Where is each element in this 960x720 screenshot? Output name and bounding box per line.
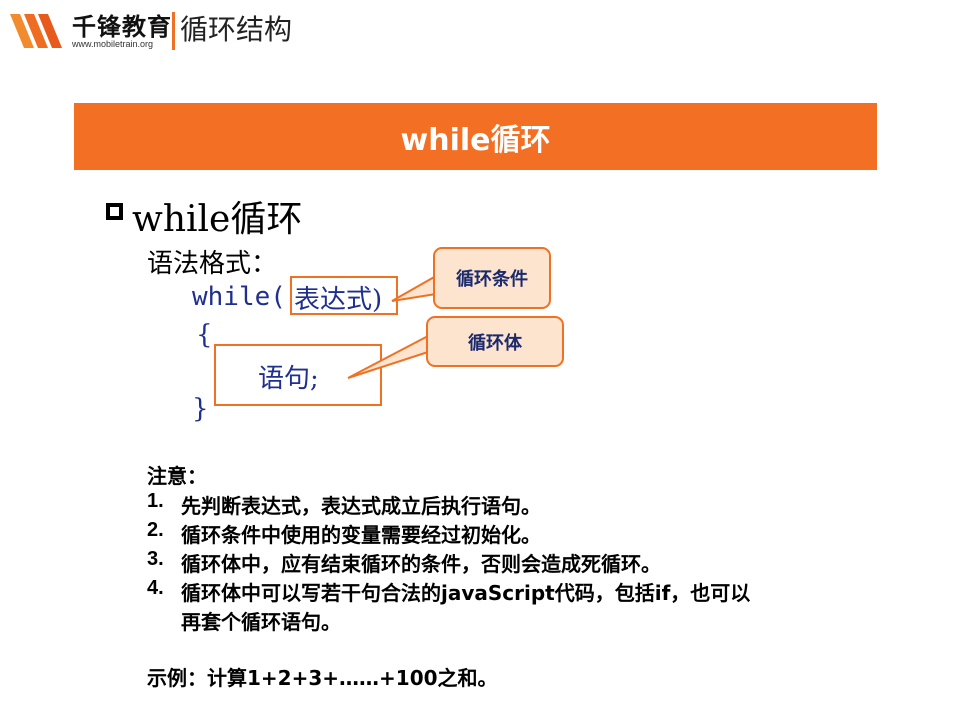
body-callout-label: 循环体 xyxy=(468,332,522,354)
note-4-continuation: 再套个循环语句。 xyxy=(181,610,341,634)
brand-url: www.mobiletrain.org xyxy=(72,39,154,49)
note-2-text: 循环条件中使用的变量需要经过初始化。 xyxy=(181,523,541,547)
header-divider xyxy=(172,12,175,50)
banner-title: while循环 xyxy=(400,122,551,158)
note-4-number: 4. xyxy=(147,577,164,599)
section-banner: while循环 xyxy=(74,103,877,170)
note-3-text: 循环体中，应有结束循环的条件，否则会造成死循环。 xyxy=(181,552,661,576)
condition-callout-label: 循环条件 xyxy=(456,269,528,290)
code-close-brace: } xyxy=(192,394,209,424)
body-callout: 循环体 xyxy=(426,316,564,367)
note-2-number: 2. xyxy=(147,519,164,541)
square-bullet-icon xyxy=(106,203,123,220)
brand-name: 千锋教育 xyxy=(72,13,172,41)
example-text: 示例：计算1+2+3+……+100之和。 xyxy=(147,666,498,690)
condition-callout: 循环条件 xyxy=(433,247,551,309)
note-3-number: 3. xyxy=(147,548,164,570)
notes-heading: 注意： xyxy=(147,464,207,488)
note-4-text: 循环体中可以写若干句合法的javaScript代码，包括if，也可以 xyxy=(181,581,751,605)
code-open-brace: { xyxy=(196,320,213,350)
page-title: 循环结构 xyxy=(180,13,293,46)
statement-highlight-box xyxy=(214,344,382,406)
syntax-label: 语法格式： xyxy=(147,249,278,279)
note-1-text: 先判断表达式，表达式成立后执行语句。 xyxy=(181,494,541,518)
mobiletrain-logo xyxy=(10,14,62,48)
condition-pointer xyxy=(391,274,437,302)
expression-highlight-box xyxy=(290,276,398,315)
bullet-heading: while循环 xyxy=(132,199,303,240)
code-while-keyword: while( xyxy=(192,282,286,312)
note-1-number: 1. xyxy=(147,490,164,512)
